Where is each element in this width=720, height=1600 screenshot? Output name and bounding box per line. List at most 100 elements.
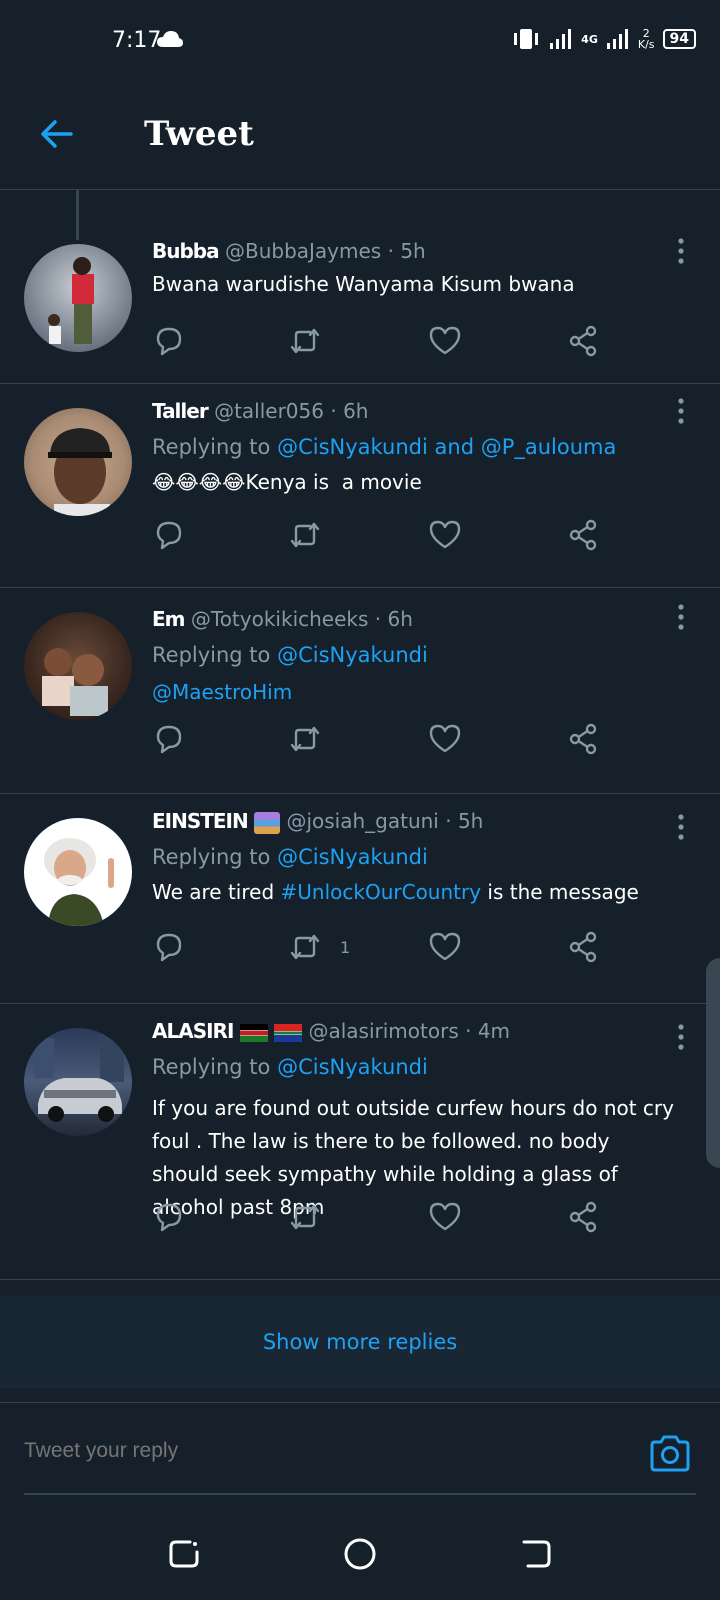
user-handle[interactable]: @BubbaJaymes: [225, 239, 381, 263]
mention-link[interactable]: @CisNyakundi: [277, 1055, 428, 1079]
tweet[interactable]: EINSTEIN @josiah_gatuni · 5h Replying to…: [0, 794, 720, 1004]
reply-button[interactable]: [152, 930, 192, 970]
heart-icon: [429, 724, 461, 753]
tweet-header: EINSTEIN @josiah_gatuni · 5h: [152, 806, 680, 836]
separator-dot: ·: [387, 239, 394, 263]
retweet-button[interactable]: [288, 930, 328, 970]
tweet-text: @MaestroHim: [152, 676, 680, 709]
composer-underline: [24, 1493, 696, 1495]
like-button[interactable]: [428, 930, 468, 970]
user-name[interactable]: Em: [152, 607, 186, 631]
show-more-replies-button[interactable]: Show more replies: [0, 1296, 720, 1388]
page-title: Tweet: [144, 114, 254, 154]
tweet-actions: [152, 324, 632, 364]
user-name[interactable]: Taller: [152, 399, 209, 423]
retweet-button[interactable]: [288, 1200, 328, 1240]
separator-dot: ·: [330, 399, 337, 423]
tweet-header: Bubba @BubbaJaymes · 5h: [152, 236, 680, 266]
separator-dot: ·: [374, 607, 382, 631]
replying-to: Replying to @CisNyakundi and @P_aulouma: [152, 430, 680, 464]
reply-button[interactable]: [152, 722, 192, 762]
more-options-icon[interactable]: [678, 604, 684, 630]
network-type: 4G: [581, 32, 598, 46]
avatar[interactable]: [24, 408, 132, 516]
user-handle[interactable]: @taller056: [214, 399, 324, 423]
more-options-icon[interactable]: [678, 238, 684, 264]
mention-link[interactable]: @CisNyakundi: [277, 435, 428, 459]
user-handle[interactable]: @josiah_gatuni: [286, 809, 438, 833]
tweet[interactable]: Em @Totyokikicheeks · 6h Replying to @Ci…: [0, 588, 720, 794]
heart-icon: [429, 1202, 461, 1231]
hashtag-link[interactable]: #UnlockOurCountry: [281, 880, 482, 904]
app-header: Tweet: [0, 80, 720, 190]
mention-link[interactable]: @CisNyakundi: [277, 845, 428, 869]
tweet-time: 5h: [400, 239, 426, 263]
reply-button[interactable]: [152, 1200, 192, 1240]
user-handle[interactable]: @alasirimotors: [308, 1019, 458, 1043]
recent-apps-icon[interactable]: [164, 1534, 204, 1574]
mention-link[interactable]: @MaestroHim: [152, 680, 292, 704]
status-time: 7:17: [112, 28, 162, 53]
tweet-text-a: We are tired: [152, 880, 281, 904]
share-button[interactable]: [566, 930, 606, 970]
reply-icon: [156, 725, 182, 754]
mention-link[interactable]: @CisNyakundi: [277, 643, 428, 667]
more-options-icon[interactable]: [678, 1024, 684, 1050]
scrollbar-thumb[interactable]: [706, 958, 720, 1168]
tweet[interactable]: Bubba @BubbaJaymes · 5h Bwana warudishe …: [0, 190, 720, 384]
reply-input[interactable]: [24, 1439, 584, 1463]
like-button[interactable]: [428, 722, 468, 762]
user-name[interactable]: EINSTEIN: [152, 809, 249, 833]
user-name[interactable]: Bubba: [152, 239, 220, 263]
camera-icon[interactable]: [648, 1433, 692, 1473]
share-icon: [569, 723, 597, 755]
like-button[interactable]: [428, 324, 468, 364]
replying-to-and: and: [427, 435, 481, 459]
share-button[interactable]: [566, 518, 606, 558]
like-button[interactable]: [428, 518, 468, 558]
share-button[interactable]: [566, 1200, 606, 1240]
reply-button[interactable]: [152, 518, 192, 558]
avatar[interactable]: [24, 1028, 132, 1136]
back-nav-icon[interactable]: [516, 1534, 556, 1574]
replying-to-label: Replying to: [152, 435, 271, 459]
reply-button[interactable]: [152, 324, 192, 364]
reply-icon: [156, 933, 182, 962]
share-button[interactable]: [566, 722, 606, 762]
retweet-icon: [290, 1204, 320, 1230]
heart-icon: [429, 932, 461, 961]
more-options-icon[interactable]: [678, 398, 684, 424]
back-arrow-icon[interactable]: [38, 116, 74, 152]
avatar[interactable]: [24, 612, 132, 720]
home-icon[interactable]: [340, 1534, 380, 1574]
replying-to-label: Replying to: [152, 643, 271, 667]
retweet-icon: [290, 726, 320, 752]
network-speed: 2 K/s: [638, 28, 655, 50]
books-emoji-icon: [254, 811, 281, 834]
retweet-count: 1: [340, 938, 351, 957]
emoji-text: 😂😂😂😂: [152, 470, 246, 494]
avatar[interactable]: [24, 818, 132, 926]
kenya-flag-icon: [239, 1023, 268, 1042]
tweet-time: 4m: [477, 1019, 511, 1043]
retweet-icon: [290, 328, 320, 354]
retweet-button[interactable]: [288, 722, 328, 762]
avatar[interactable]: [24, 244, 132, 352]
tweet-text-b: is the message: [481, 880, 639, 904]
retweet-button[interactable]: [288, 518, 328, 558]
retweet-button[interactable]: [288, 324, 328, 364]
like-button[interactable]: [428, 1200, 468, 1240]
user-name[interactable]: ALASIRI: [152, 1019, 234, 1043]
status-bar: 7:17 4G 2 K/s 94: [0, 0, 720, 80]
tweet[interactable]: Taller @taller056 · 6h Replying to @CisN…: [0, 384, 720, 588]
heart-icon: [429, 520, 461, 549]
tweet[interactable]: ALASIRI @alasirimotors · 4m Replying to …: [0, 1004, 720, 1280]
replying-to: Replying to @CisNyakundi: [152, 840, 680, 874]
system-nav-bar: [0, 1512, 720, 1600]
tweet-time: 6h: [343, 399, 369, 423]
user-handle[interactable]: @Totyokikicheeks: [191, 607, 369, 631]
replying-to-label: Replying to: [152, 845, 271, 869]
more-options-icon[interactable]: [678, 814, 684, 840]
mention-link[interactable]: @P_aulouma: [481, 435, 617, 459]
share-button[interactable]: [566, 324, 606, 364]
